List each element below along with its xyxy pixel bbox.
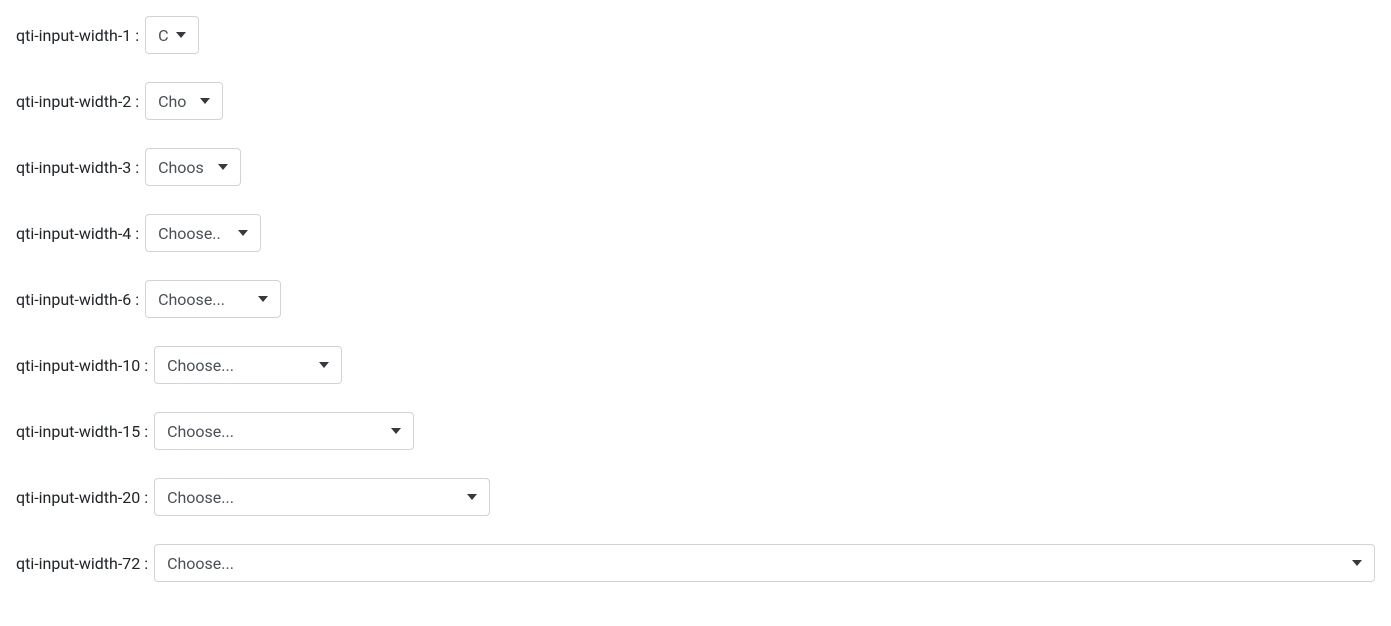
form-row: qti-input-width-72 : Choose... bbox=[16, 544, 1375, 582]
form-row: qti-input-width-2 : Cho bbox=[16, 82, 1375, 120]
dropdown-width-4[interactable]: Choose.. bbox=[145, 214, 261, 252]
dropdown-width-10[interactable]: Choose... bbox=[154, 346, 342, 384]
dropdown-width-15[interactable]: Choose... bbox=[154, 412, 414, 450]
dropdown-text: Choose.. bbox=[158, 224, 230, 243]
chevron-down-icon bbox=[1352, 560, 1362, 566]
field-label: qti-input-width-6 : bbox=[16, 290, 139, 309]
field-label: qti-input-width-4 : bbox=[16, 224, 139, 243]
dropdown-width-2[interactable]: Cho bbox=[145, 82, 223, 120]
field-label: qti-input-width-20 : bbox=[16, 488, 148, 507]
dropdown-text: Choos bbox=[158, 158, 210, 177]
chevron-down-icon bbox=[319, 362, 329, 368]
dropdown-width-1[interactable]: C bbox=[145, 16, 199, 54]
form-row: qti-input-width-3 : Choos bbox=[16, 148, 1375, 186]
dropdown-text: Choose... bbox=[167, 488, 459, 507]
dropdown-width-20[interactable]: Choose... bbox=[154, 478, 490, 516]
chevron-down-icon bbox=[467, 494, 477, 500]
chevron-down-icon bbox=[391, 428, 401, 434]
chevron-down-icon bbox=[176, 32, 186, 38]
form-row: qti-input-width-4 : Choose.. bbox=[16, 214, 1375, 252]
field-label: qti-input-width-2 : bbox=[16, 92, 139, 111]
dropdown-text: Choose... bbox=[167, 422, 383, 441]
field-label: qti-input-width-72 : bbox=[16, 554, 148, 573]
chevron-down-icon bbox=[238, 230, 248, 236]
dropdown-text: Choose... bbox=[158, 290, 250, 309]
dropdown-text: Cho bbox=[158, 92, 192, 111]
dropdown-width-3[interactable]: Choos bbox=[145, 148, 241, 186]
field-label: qti-input-width-1 : bbox=[16, 26, 139, 45]
form-row: qti-input-width-15 : Choose... bbox=[16, 412, 1375, 450]
form-row: qti-input-width-10 : Choose... bbox=[16, 346, 1375, 384]
dropdown-width-6[interactable]: Choose... bbox=[145, 280, 281, 318]
dropdown-text: Choose... bbox=[167, 356, 311, 375]
form-row: qti-input-width-1 : C bbox=[16, 16, 1375, 54]
form-row: qti-input-width-20 : Choose... bbox=[16, 478, 1375, 516]
field-label: qti-input-width-10 : bbox=[16, 356, 148, 375]
dropdown-text: Choose... bbox=[167, 554, 1344, 573]
field-label: qti-input-width-3 : bbox=[16, 158, 139, 177]
chevron-down-icon bbox=[258, 296, 268, 302]
dropdown-width-72[interactable]: Choose... bbox=[154, 544, 1375, 582]
form-container: qti-input-width-1 : Cqti-input-width-2 : C… bbox=[16, 16, 1375, 582]
chevron-down-icon bbox=[200, 98, 210, 104]
chevron-down-icon bbox=[218, 164, 228, 170]
form-row: qti-input-width-6 : Choose... bbox=[16, 280, 1375, 318]
field-label: qti-input-width-15 : bbox=[16, 422, 148, 441]
dropdown-text: C bbox=[158, 26, 168, 45]
